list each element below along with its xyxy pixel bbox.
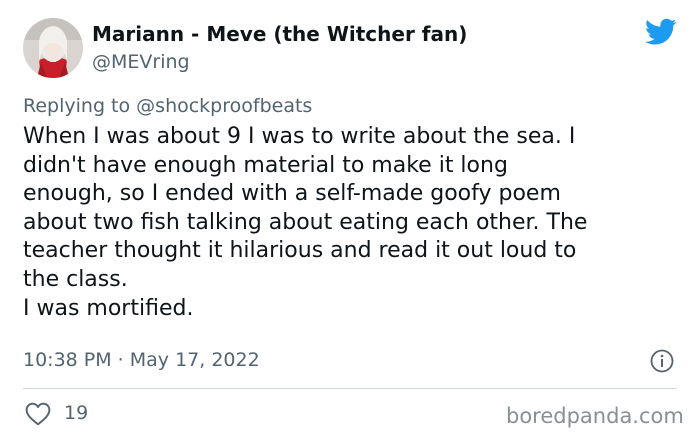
tweet-text: When I was about 9 I was to write about … (23, 123, 693, 323)
author-display-name[interactable]: Mariann - Meve (the Witcher fan) (92, 22, 467, 46)
avatar[interactable] (23, 18, 83, 78)
tweet-text-line: When I was about 9 I was to write about … (23, 124, 576, 149)
info-icon[interactable] (650, 349, 674, 373)
tweet-text-line: enough, so I ended with a self-made goof… (23, 181, 561, 207)
tweet-text-line: about two fish talking about eating each… (23, 209, 588, 235)
tweet-timestamp[interactable]: 10:38 PM · May 17, 2022 (23, 349, 260, 371)
profile-photo (23, 18, 83, 78)
like-count: 19 (64, 402, 89, 424)
replying-to-prefix: Replying to (23, 95, 131, 117)
tweet-text-line: the class. (23, 266, 128, 292)
author-handle[interactable]: @MEVring (92, 51, 190, 73)
twitter-bird-icon[interactable] (645, 18, 677, 46)
replying-to: Replying to @shockproofbeats (23, 95, 312, 117)
divider (23, 388, 677, 389)
tweet-card: Mariann - Meve (the Witcher fan) @MEVrin… (0, 0, 700, 441)
tweet-text-line: I was mortified. (23, 295, 194, 321)
heart-icon[interactable] (25, 402, 51, 426)
reply-mention-link[interactable]: @shockproofbeats (136, 95, 312, 117)
tweet-text-line: didn't have enough material to make it l… (23, 152, 508, 178)
tweet-text-line: teacher thought it hilarious and read it… (23, 238, 577, 264)
watermark: boredpanda.com (506, 404, 684, 428)
